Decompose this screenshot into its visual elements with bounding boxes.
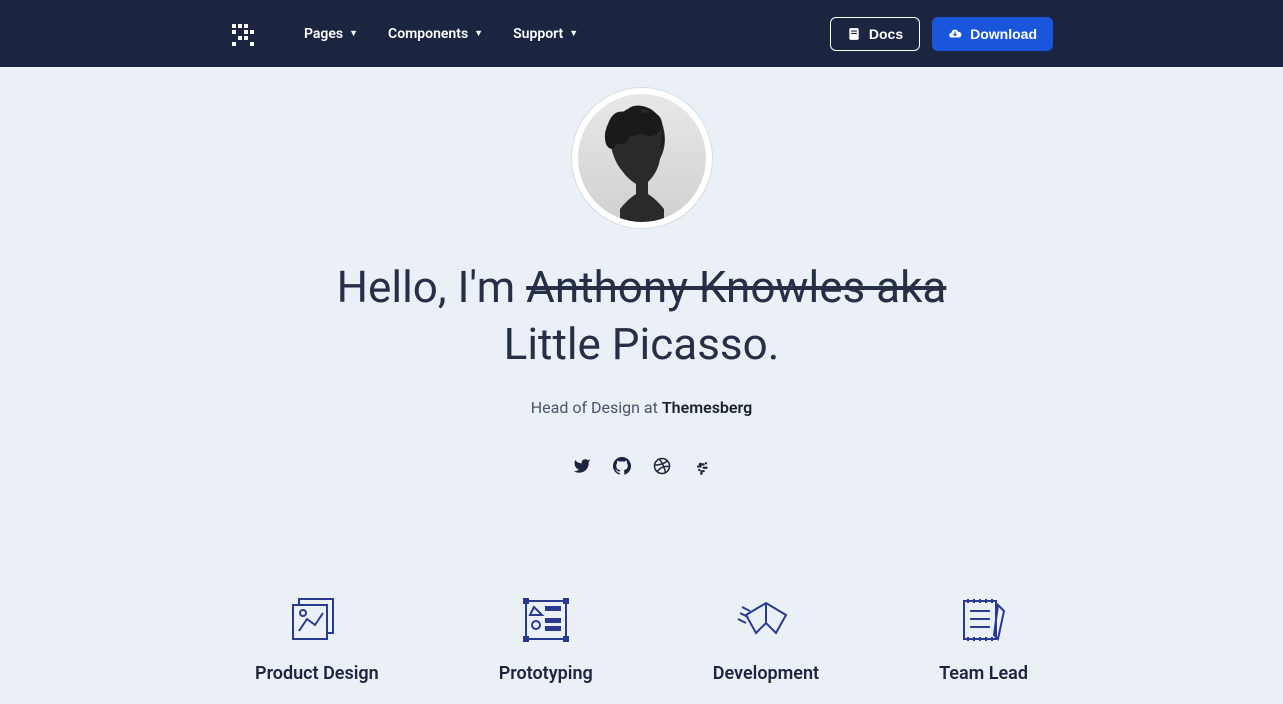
- twitter-icon[interactable]: [573, 457, 591, 475]
- nav-item-label: Support: [513, 26, 563, 42]
- subtitle-prefix: Head of Design at: [531, 398, 662, 417]
- chevron-down-icon: ▼: [569, 28, 578, 39]
- hero-section: Hello, I'm Anthony Knowles aka Little Pi…: [0, 67, 1283, 535]
- skill-label: Product Design: [255, 663, 379, 684]
- github-icon[interactable]: [613, 457, 631, 475]
- nav-pages[interactable]: Pages ▼: [304, 26, 358, 42]
- skill-product-design: Product Design: [255, 595, 379, 684]
- development-icon: [736, 595, 796, 645]
- display-name: Little Picasso.: [504, 318, 780, 370]
- product-design-icon: [287, 595, 347, 645]
- nav-item-label: Components: [388, 26, 468, 42]
- navbar-right: Docs Download: [830, 17, 1053, 51]
- book-icon: [847, 27, 861, 41]
- nav-item-label: Pages: [304, 26, 343, 42]
- skills-section: Product Design Prototyping: [0, 535, 1283, 704]
- chevron-down-icon: ▼: [349, 28, 358, 39]
- skill-label: Prototyping: [499, 663, 593, 684]
- download-button[interactable]: Download: [932, 17, 1053, 51]
- hero-headline: Hello, I'm Anthony Knowles aka Little Pi…: [292, 259, 992, 373]
- nav-support[interactable]: Support ▼: [513, 26, 578, 42]
- greeting-text: Hello, I'm: [337, 261, 527, 313]
- hero-subtitle: Head of Design at Themesberg: [20, 398, 1263, 417]
- team-lead-icon: [954, 595, 1014, 645]
- navbar-left: Pages ▼ Components ▼ Support ▼: [230, 22, 578, 46]
- docs-label: Docs: [869, 26, 903, 42]
- subtitle-company: Themesberg: [662, 398, 752, 417]
- download-label: Download: [970, 26, 1037, 42]
- strike-name: Anthony Knowles aka: [526, 261, 946, 313]
- skill-development: Development: [713, 595, 819, 684]
- skill-label: Team Lead: [939, 663, 1028, 684]
- social-links: [20, 457, 1263, 475]
- avatar: [571, 87, 713, 229]
- cloud-download-icon: [948, 27, 962, 41]
- skill-team-lead: Team Lead: [939, 595, 1028, 684]
- avatar-image: [578, 94, 706, 222]
- skill-prototyping: Prototyping: [499, 595, 593, 684]
- slack-icon[interactable]: [693, 457, 711, 475]
- chevron-down-icon: ▼: [474, 28, 483, 39]
- docs-button[interactable]: Docs: [830, 17, 920, 51]
- nav-components[interactable]: Components ▼: [388, 26, 483, 42]
- navbar: Pages ▼ Components ▼ Support ▼ Docs Down…: [0, 0, 1283, 67]
- brand-logo-icon[interactable]: [230, 22, 254, 46]
- dribbble-icon[interactable]: [653, 457, 671, 475]
- skill-label: Development: [713, 663, 819, 684]
- prototyping-icon: [516, 595, 576, 645]
